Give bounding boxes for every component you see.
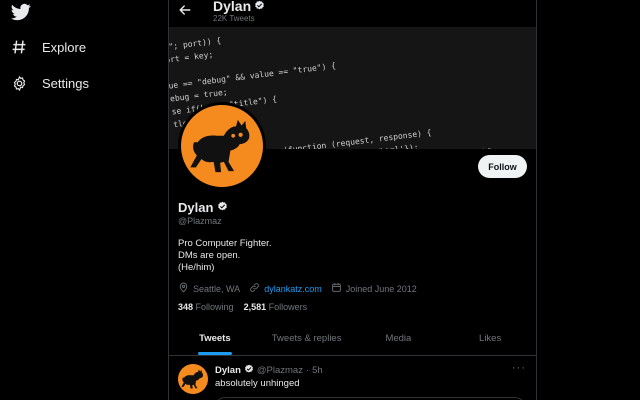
back-arrow-icon[interactable]: [177, 2, 197, 22]
tab-tweets-replies[interactable]: Tweets & replies: [261, 322, 353, 355]
link-icon: [249, 282, 260, 295]
twitter-bird-icon[interactable]: [10, 2, 32, 22]
hashtag-icon: [10, 38, 28, 56]
header-name-text: Dylan: [213, 0, 252, 14]
profile-meta: Seattle, WA dylankatz.com Joined June 20…: [178, 282, 426, 295]
tab-media[interactable]: Media: [353, 322, 445, 355]
cat-silhouette-icon: [190, 119, 250, 173]
tab-likes[interactable]: Likes: [444, 322, 536, 355]
profile-handle: @Plazmaz: [178, 216, 222, 226]
follow-button[interactable]: Follow: [478, 155, 527, 178]
gear-icon: [10, 74, 28, 92]
profile-location: Seattle, WA: [178, 282, 240, 295]
left-nav: Explore Settings: [0, 0, 168, 400]
location-pin-icon: [178, 282, 189, 295]
profile-stats: 348 Following 2,581 Followers: [178, 302, 307, 312]
verified-badge-icon: [244, 364, 254, 377]
followers-link[interactable]: 2,581 Followers: [244, 302, 308, 312]
cat-silhouette-icon: [181, 369, 204, 389]
verified-badge-icon: [217, 200, 228, 215]
profile-tabs: Tweets Tweets & replies Media Likes: [169, 322, 536, 356]
profile-website[interactable]: dylankatz.com: [249, 282, 322, 295]
tab-tweets[interactable]: Tweets: [169, 322, 261, 355]
header-name: Dylan: [213, 0, 265, 14]
tab-label: Tweets: [199, 333, 231, 344]
following-link[interactable]: 348 Following: [178, 302, 234, 312]
joined-text: Joined June 2012: [345, 283, 417, 294]
tab-label: Likes: [479, 333, 502, 344]
profile-name-text: Dylan: [178, 200, 214, 215]
active-tab-indicator: [197, 352, 232, 355]
nav-explore[interactable]: Explore: [10, 38, 86, 56]
profile-name: Dylan: [178, 200, 228, 215]
profile-column: Dylan 22K Tweets ""; port)) { ort = key;…: [168, 0, 537, 400]
tweet-author-handle[interactable]: @Plazmaz: [257, 365, 303, 376]
tweet-author-name[interactable]: Dylan: [215, 365, 241, 376]
calendar-icon: [331, 282, 342, 295]
bio-line: (He/him): [178, 262, 215, 273]
tweet-avatar[interactable]: [178, 364, 208, 394]
tweet-text: absolutely unhinged: [215, 378, 300, 389]
profile-avatar[interactable]: [178, 102, 266, 190]
profile-bio: Pro Computer Fighter. DMs are open. (He/…: [178, 238, 271, 274]
location-text: Seattle, WA: [193, 283, 241, 294]
profile-joined: Joined June 2012: [331, 282, 417, 295]
tab-label: Media: [385, 333, 412, 344]
tab-label: Tweets & replies: [271, 333, 342, 344]
nav-settings-label: Settings: [42, 75, 89, 91]
bio-line: DMs are open.: [178, 250, 241, 261]
website-link[interactable]: dylankatz.com: [264, 284, 322, 294]
profile-header-bar: Dylan 22K Tweets: [169, 0, 536, 27]
tweet-separator: ·: [305, 365, 310, 376]
verified-badge-icon: [254, 0, 265, 14]
header-tweet-count: 22K Tweets: [213, 14, 255, 23]
following-count: 348: [178, 302, 194, 312]
nav-settings[interactable]: Settings: [10, 74, 89, 92]
nav-explore-label: Explore: [42, 39, 87, 55]
following-label: Following: [195, 302, 234, 312]
bio-line: Pro Computer Fighter.: [178, 238, 272, 249]
followers-count: 2,581: [243, 302, 267, 312]
tweet-time[interactable]: 5h: [312, 365, 323, 376]
tweet-header: Dylan @Plazmaz · 5h: [215, 364, 323, 377]
tweet-item[interactable]: Dylan @Plazmaz · 5h absolutely unhinged …: [169, 357, 536, 400]
followers-label: Followers: [268, 302, 308, 312]
more-options-icon[interactable]: ···: [512, 362, 526, 374]
